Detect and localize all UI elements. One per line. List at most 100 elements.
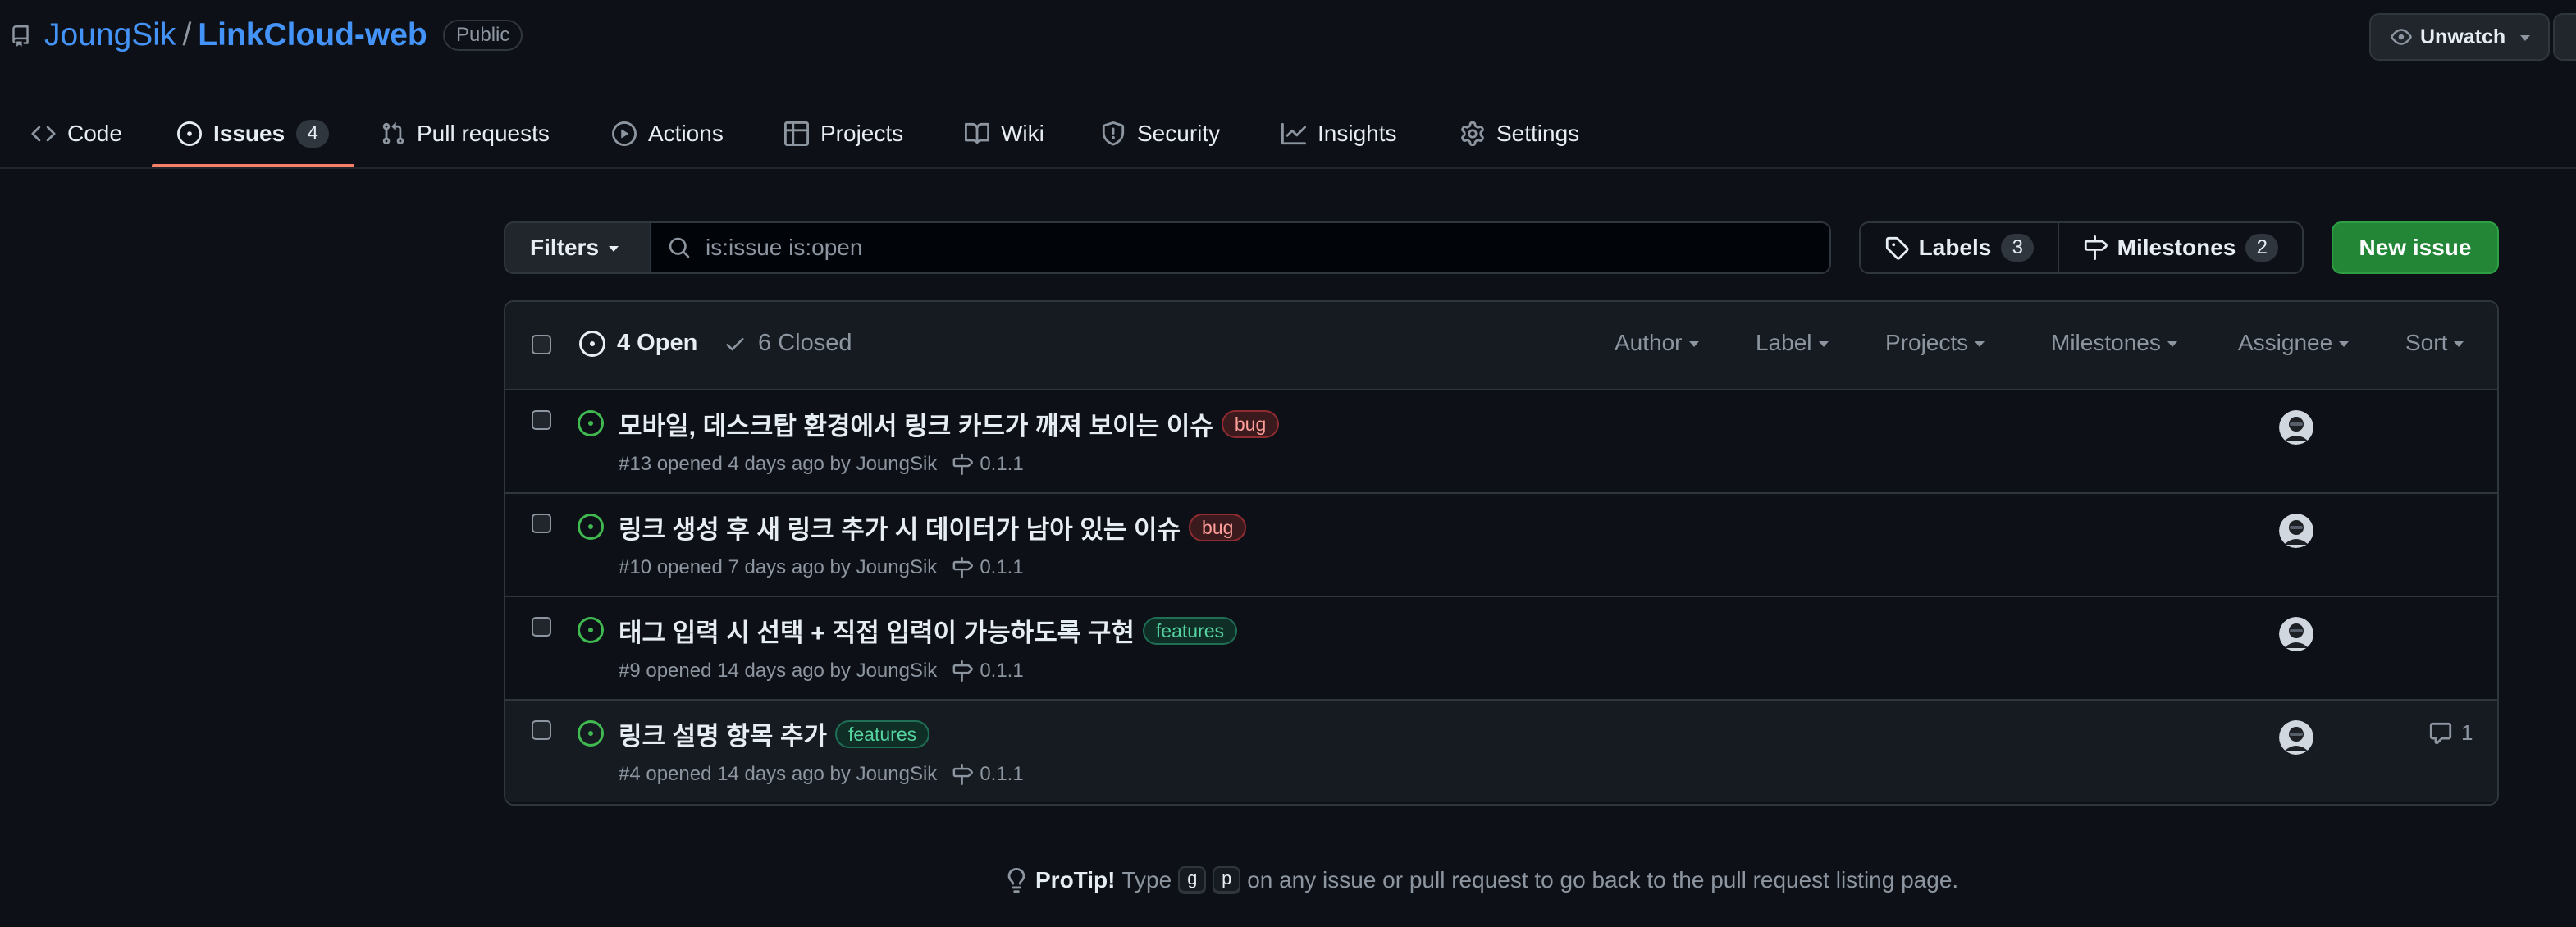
issue-title: 태그 입력 시 선택 + 직접 입력이 가능하도록 구현 features [619,612,1237,649]
tab-insights[interactable]: Insights [1281,98,1397,169]
code-icon [31,126,56,142]
tab-projects-label: Projects [820,121,904,146]
author-filter-menu[interactable]: Author [1615,330,1699,356]
issue-milestone[interactable]: 0.1.1 [952,453,1024,476]
issue-checkbox[interactable] [532,410,551,430]
milestone-icon [952,454,974,475]
select-all-checkbox[interactable] [532,335,551,354]
labels-button[interactable]: Labels 3 [1859,221,2059,274]
milestone-label: 0.1.1 [980,763,1024,785]
labels-count-badge: 3 [2001,234,2035,262]
issue-opened-text: #10 opened 7 days ago by JoungSik [619,556,938,578]
label-badge[interactable]: features [1142,616,1237,645]
open-issues-filter[interactable]: 4 Open [579,330,697,357]
comments-link[interactable]: 1 [2428,720,2473,746]
issue-title-link[interactable]: 링크 설명 항목 추가 [619,715,827,752]
issue-row[interactable]: 모바일, 데스크탑 환경에서 링크 카드가 깨져 보이는 이슈 bug #13 … [505,389,2497,492]
issue-title-link[interactable]: 링크 생성 후 새 링크 추가 시 데이터가 남아 있는 이슈 [619,509,1181,546]
issue-meta: #13 opened 4 days ago by JoungSik 0.1.1 [619,453,1024,476]
chevron-down-icon [2454,340,2464,347]
chevron-down-icon [2339,340,2350,347]
search-icon [669,237,690,258]
assignee-avatar[interactable] [2279,410,2313,445]
issue-title-link[interactable]: 모바일, 데스크탑 환경에서 링크 카드가 깨져 보이는 이슈 [619,405,1213,442]
protip-post: on any issue or pull request to go back … [1247,867,1959,893]
git-pull-request-icon [382,122,404,145]
issue-milestone[interactable]: 0.1.1 [952,660,1024,683]
chevron-down-icon [1688,340,1699,347]
milestone-label: 0.1.1 [980,556,1024,578]
issue-opened-text: #9 opened 14 days ago by JoungSik [619,660,938,682]
issue-milestone[interactable]: 0.1.1 [952,763,1024,786]
filters-button[interactable]: Filters [504,221,651,274]
comment-count-label: 1 [2461,720,2473,745]
repo-owner-link[interactable]: JoungSik [44,17,176,53]
avatar-image [2279,617,2313,651]
assignee-avatar[interactable] [2279,720,2313,755]
issue-checkbox[interactable] [532,720,551,740]
issue-checkbox[interactable] [532,514,551,533]
issue-opened-icon [578,410,604,436]
play-icon [612,121,637,146]
closed-issues-filter[interactable]: 6 Closed [724,330,852,357]
open-issues-label: 4 Open [617,330,698,356]
book-icon [965,122,989,144]
tab-actions[interactable]: Actions [612,98,724,169]
label-badge[interactable]: bug [1221,409,1280,438]
protip: ProTip! Type g p on any issue or pull re… [1004,866,1958,894]
projects-filter-label: Projects [1885,330,1969,355]
tag-icon [1885,236,1909,260]
chevron-down-icon [1818,340,1829,347]
tab-projects[interactable]: Projects [784,98,903,169]
issue-checkbox[interactable] [532,617,551,637]
assignee-avatar[interactable] [2279,514,2313,548]
milestone-icon [952,660,974,682]
chevron-down-icon [1975,340,1985,347]
tab-pull-requests-label: Pull requests [417,121,550,146]
avatar-image [2279,514,2313,548]
avatar-image [2279,410,2313,445]
issue-row[interactable]: 링크 설명 항목 추가 features #4 opened 14 days a… [505,699,2497,802]
issue-opened-icon [578,720,604,747]
tab-security[interactable]: Security [1101,98,1220,169]
sort-menu[interactable]: Sort [2405,330,2464,356]
assignee-avatar[interactable] [2279,617,2313,651]
new-issue-button[interactable]: New issue [2332,221,2499,274]
issue-title: 링크 설명 항목 추가 features [619,715,930,752]
milestones-button[interactable]: Milestones 2 [2058,221,2304,274]
repo-header: JoungSik / LinkCloud-web Public Unwatch [0,0,2576,74]
tab-actions-label: Actions [648,121,724,146]
repo-separator: / [182,17,192,53]
tab-settings[interactable]: Settings [1460,98,1579,169]
label-filter-menu[interactable]: Label [1756,330,1829,356]
tab-pull-requests[interactable]: Pull requests [381,98,550,169]
tab-code[interactable]: Code [31,98,122,169]
comment-icon [2429,722,2452,744]
issue-milestone[interactable]: 0.1.1 [952,556,1024,579]
milestones-filter-menu[interactable]: Milestones [2051,330,2177,356]
issue-title-link[interactable]: 태그 입력 시 선택 + 직접 입력이 가능하도록 구현 [619,612,1135,649]
graph-icon [1281,122,1306,145]
tab-issues[interactable]: Issues 4 [177,98,330,169]
label-filter-label: Label [1756,330,1812,355]
kbd-key-g: g [1178,866,1207,894]
issue-row[interactable]: 링크 생성 후 새 링크 추가 시 데이터가 남아 있는 이슈 bug #10 … [505,492,2497,596]
author-filter-label: Author [1615,330,1683,355]
projects-filter-menu[interactable]: Projects [1885,330,1985,356]
fork-button[interactable] [2553,13,2576,61]
light-bulb-icon [1007,868,1025,893]
tab-wiki-label: Wiki [1001,121,1044,146]
issue-title: 링크 생성 후 새 링크 추가 시 데이터가 남아 있는 이슈 bug [619,509,1247,546]
tab-wiki[interactable]: Wiki [965,98,1044,169]
label-badge[interactable]: bug [1189,513,1247,541]
search-input[interactable] [706,235,1772,261]
issue-row[interactable]: 태그 입력 시 선택 + 직접 입력이 가능하도록 구현 features #9… [505,596,2497,699]
unwatch-button[interactable]: Unwatch [2369,13,2550,61]
issue-meta: #10 opened 7 days ago by JoungSik 0.1.1 [619,556,1024,579]
issue-opened-icon [578,514,604,540]
repo-name-link[interactable]: LinkCloud-web [198,17,427,53]
label-badge[interactable]: features [835,719,930,748]
repo-tabs: Code Issues 4 Pull requests Actions Proj… [0,98,2576,169]
issue-meta: #9 opened 14 days ago by JoungSik 0.1.1 [619,660,1024,683]
assignee-filter-menu[interactable]: Assignee [2238,330,2350,356]
